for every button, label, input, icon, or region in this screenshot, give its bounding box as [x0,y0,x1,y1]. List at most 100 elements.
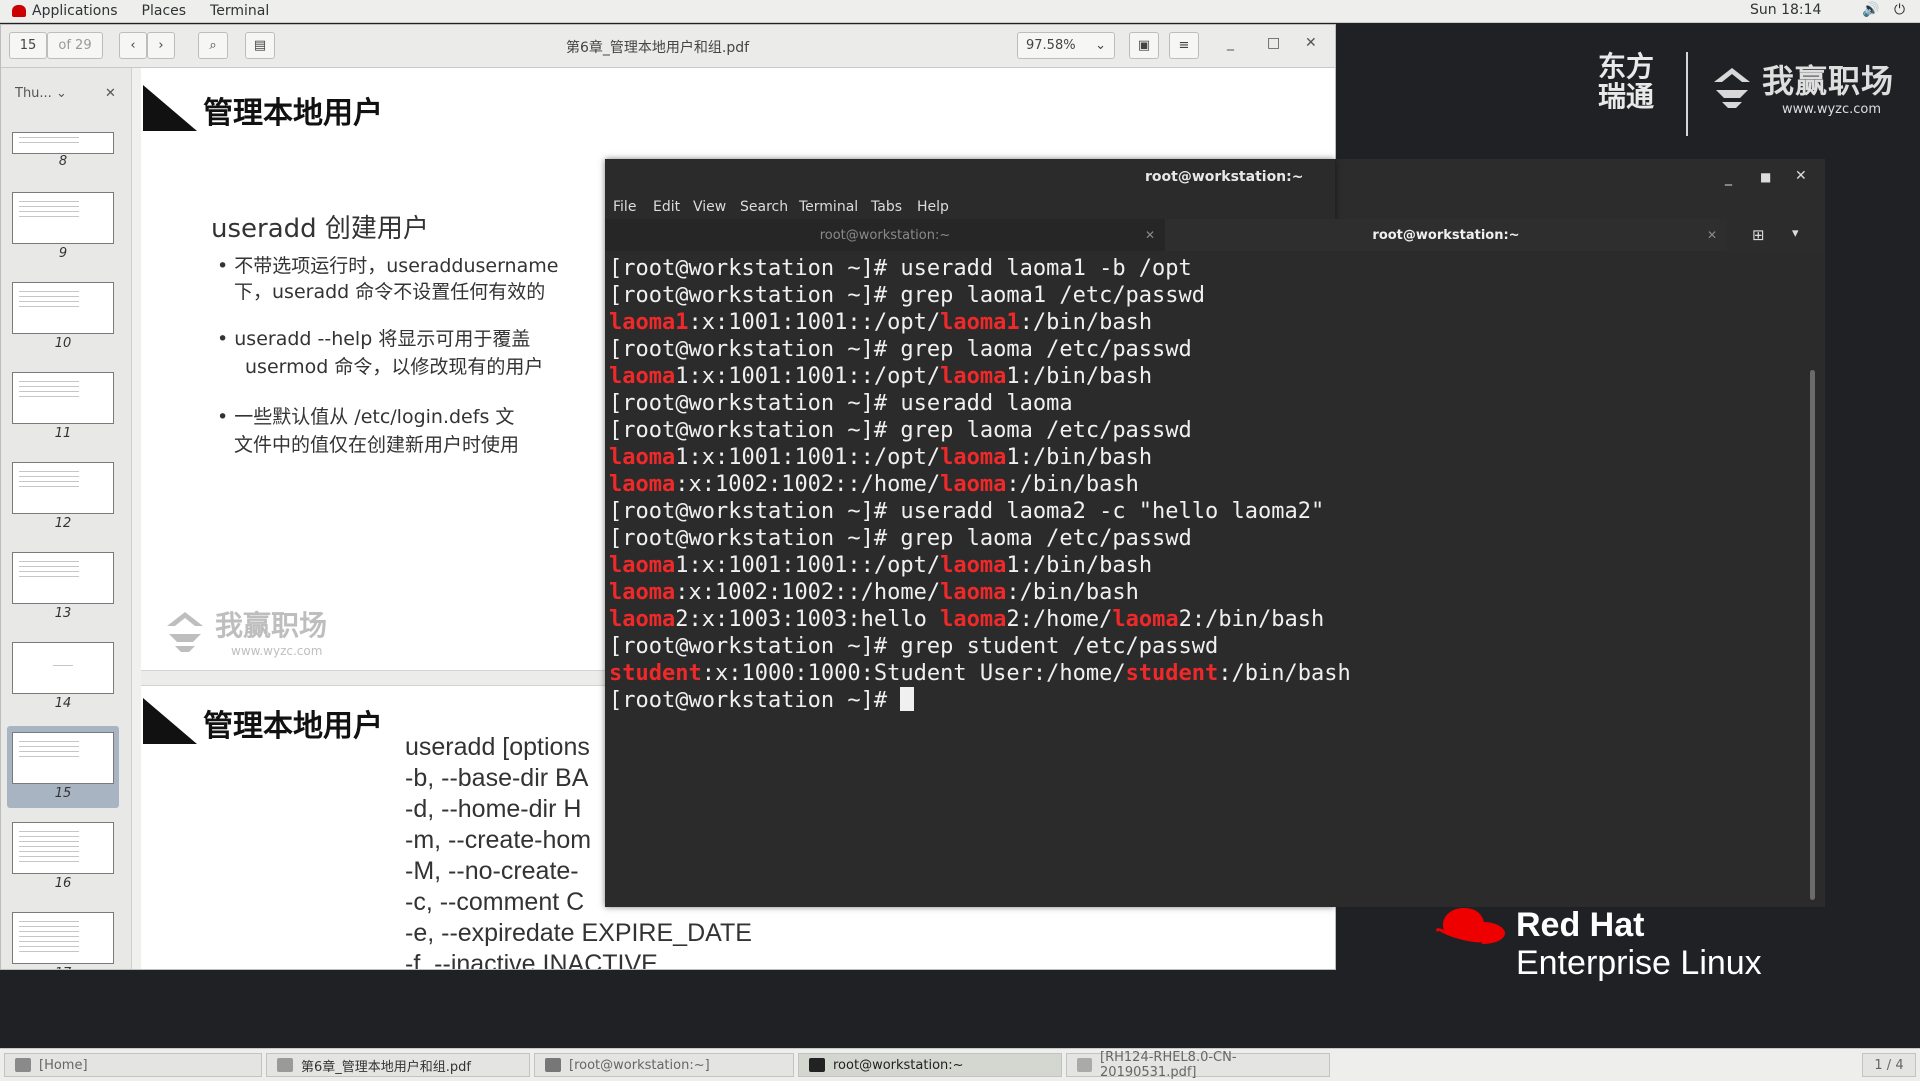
page-view-icon[interactable]: ▣ [1129,32,1159,59]
terminal-menu[interactable]: Terminal [198,3,281,19]
terminal-line: [root@workstation ~]# useradd laoma1 -b … [609,255,1823,282]
tab-inactive[interactable]: root@workstation:~ ✕ [605,219,1165,251]
taskbar-item-label: [root@workstation:~] [569,1057,710,1073]
thumbnail[interactable] [12,912,114,964]
close-icon[interactable]: ✕ [1145,228,1155,242]
thumbnail-current[interactable] [12,732,114,784]
menu-tabs[interactable]: Tabs [871,199,902,215]
sidebar-mode-select[interactable]: Thu... ⌄ [15,86,67,101]
volume-icon[interactable]: 🔊 [1862,2,1879,18]
search-icon[interactable]: ⌕ [198,32,228,59]
slide-title: 管理本地用户 [203,709,383,744]
menu-edit[interactable]: Edit [653,199,680,215]
taskbar: [Home] 第6章_管理本地用户和组.pdf [root@workstatio… [0,1048,1920,1081]
slide-title: 管理本地用户 [203,96,383,131]
close-icon[interactable]: ✕ [1795,168,1807,184]
terminal-text: :/bin/bash [1019,310,1153,335]
maximize-icon[interactable]: ■ [1760,170,1771,184]
terminal-text: [root@workstation ~]# [609,688,901,713]
terminal-line: [root@workstation ~]# useradd laoma [609,390,1823,417]
workspace-pager[interactable]: 1 / 4 [1862,1053,1916,1077]
menu-search[interactable]: Search [740,199,788,215]
taskbar-item-active[interactable]: root@workstation:~ [798,1053,1062,1077]
close-icon[interactable]: ✕ [105,86,116,101]
terminal-text: [root@workstation ~]# useradd laoma [609,391,1073,416]
thumbnail-sidebar: Thu... ⌄ ✕ 8 9 10 11 12 13 14 15 16 17 [1,68,132,969]
taskbar-item[interactable]: [RH124-RHEL8.0-CN-20190531.pdf] [1066,1050,1330,1080]
menu-view[interactable]: View [693,199,726,215]
thumbnail[interactable] [12,192,114,244]
close-icon[interactable]: ✕ [1305,35,1317,51]
terminal-match-highlight: laoma [609,472,676,497]
taskbar-item[interactable]: [root@workstation:~] [534,1053,794,1077]
terminal-text: :/bin/bash [1006,472,1139,497]
applications-menu[interactable]: Applications [0,3,130,19]
sidebar-mode-label: Thu... [15,86,52,101]
terminal-output[interactable]: [root@workstation ~]# useradd laoma1 -b … [605,251,1823,907]
terminal-match-highlight: laoma [609,580,676,605]
terminal-label: Terminal [210,3,270,19]
chevron-down-icon: ⌄ [55,86,67,101]
terminal-text: 1:/bin/bash [1006,553,1153,578]
chevron-down-icon: ⌄ [1095,38,1106,53]
terminal-match-highlight: laoma [609,445,676,470]
page-number-input[interactable]: 15 [9,32,47,59]
menu-help[interactable]: Help [917,199,949,215]
thumbnail[interactable] [12,822,114,874]
places-menu[interactable]: Places [130,3,199,19]
thumbnail-page-number: 10 [54,336,72,351]
applications-label: Applications [32,3,118,19]
chevron-left-icon[interactable]: ‹ [119,32,147,59]
close-icon[interactable]: ✕ [1707,228,1717,242]
terminal-line: [root@workstation ~]# grep laoma /etc/pa… [609,525,1823,552]
slide-watermark: 我赢职场 www.wyzc.com [161,604,327,658]
menu-file[interactable]: File [613,199,636,215]
terminal-match-highlight: laoma [609,364,676,389]
terminal-text: 2:/home/ [1006,607,1113,632]
thumbnail[interactable] [12,552,114,604]
minimize-icon[interactable]: _ [1227,35,1234,51]
chevron-down-icon[interactable]: ▾ [1792,226,1799,241]
terminal-scrollbar[interactable] [1810,370,1815,900]
thumbnail[interactable] [12,642,114,694]
clock[interactable]: Sun 18:14 [1750,2,1821,18]
thumbnail-page-number: 13 [54,606,72,621]
terminal-match-highlight: laoma1 [609,310,689,335]
thumbnail[interactable] [12,372,114,424]
option-line: -d, --home-dir H [405,795,582,823]
pdf-toolbar: 15 of 29 ‹ › ⌕ ▤ 第6章_管理本地用户和组.pdf 97.58%… [1,25,1335,68]
terminal-match-highlight: laoma [940,364,1007,389]
menu-terminal[interactable]: Terminal [799,199,858,215]
terminal-menubar: File Edit View Search Terminal Tabs Help [605,195,1335,219]
terminal-line: [root@workstation ~]# grep student /etc/… [609,633,1823,660]
thumbnail[interactable] [12,282,114,334]
thumbnail-page-number: 11 [54,426,72,441]
power-icon[interactable]: ⏻ [1894,2,1905,18]
thumbnail-page-number: 15 [54,786,72,801]
terminal-text: :x:1001:1001::/opt/ [688,310,941,335]
redhat-title: Red Hat [1516,906,1645,944]
terminal-text: [root@workstation ~]# grep student /etc/… [609,634,1219,659]
top-bar: Applications Places Terminal Sun 18:14 🔊… [0,0,1920,23]
chevron-right-icon[interactable]: › [147,32,175,59]
option-line: useradd [options [405,733,590,761]
sidebar-icon[interactable]: ▤ [245,32,275,59]
terminal-match-highlight: laoma [1112,607,1179,632]
thumbnail[interactable] [12,132,114,154]
terminal-cursor [900,687,915,711]
taskbar-item[interactable]: [Home] [4,1053,262,1077]
maximize-icon[interactable]: □ [1267,35,1280,51]
taskbar-item[interactable]: 第6章_管理本地用户和组.pdf [266,1053,530,1077]
hamburger-menu-icon[interactable]: ≡ [1169,32,1199,59]
tab-active[interactable]: root@workstation:~ ✕ [1165,219,1727,253]
terminal-line: student:x:1000:1000:Student User:/home/s… [609,660,1823,687]
terminal-titlebar[interactable]: root@workstation:~ [605,159,1335,195]
minimize-icon[interactable]: _ [1725,170,1732,186]
wyzc-logo: 我赢职场 www.wyzc.com [1708,56,1894,117]
terminal-line: laoma2:x:1003:1003:hello laoma2:/home/la… [609,606,1823,633]
thumbnail[interactable] [12,462,114,514]
dongfang-logo: 东方瑞通 [1598,52,1670,134]
option-line: -c, --comment C [405,888,585,916]
new-tab-icon[interactable]: ⊞ [1752,226,1765,244]
zoom-select[interactable]: 97.58% ⌄ [1017,32,1115,59]
